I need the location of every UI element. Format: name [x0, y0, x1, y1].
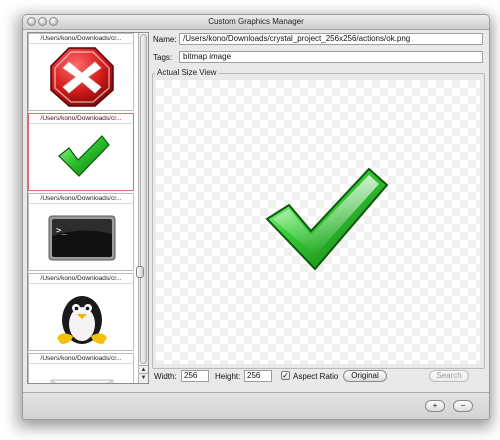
original-button[interactable]: Original — [343, 370, 387, 382]
split-pane-handle[interactable] — [136, 266, 144, 278]
thumbnail-item[interactable]: /Users/kono/Downloads/cr... — [28, 33, 134, 111]
remove-button[interactable]: − — [453, 400, 473, 412]
thumbnail-path: /Users/kono/Downloads/cr... — [29, 354, 133, 364]
tags-label: Tags: — [153, 53, 173, 62]
search-button[interactable]: Search — [429, 370, 469, 382]
aspect-ratio-label: Aspect Ratio — [293, 372, 339, 381]
thumbnail-path: /Users/kono/Downloads/cr... — [29, 274, 133, 284]
tags-field[interactable]: bitmap image — [179, 51, 483, 63]
thumbnail-item-selected[interactable]: /Users/kono/Downloads/cr... — [28, 113, 134, 191]
name-field[interactable]: /Users/kono/Downloads/crystal_project_25… — [179, 33, 483, 45]
thumbnail-path: /Users/kono/Downloads/cr... — [29, 114, 133, 124]
footer-bar: + − — [23, 392, 489, 419]
height-label: Height: — [215, 372, 241, 381]
thumbnail-scrollbar[interactable]: ▲ ▼ — [138, 33, 148, 383]
thumbnail-item[interactable]: /Users/kono/Downloads/cr... >_ — [28, 193, 134, 271]
check-icon — [265, 167, 389, 271]
width-label: Width: — [154, 372, 177, 381]
height-field[interactable]: 256 — [244, 370, 272, 382]
title-bar[interactable]: Custom Graphics Manager — [23, 15, 489, 30]
scroll-down-icon[interactable]: ▼ — [139, 373, 148, 382]
thumbnail-list[interactable]: /Users/kono/Downloads/cr... /Users/kono/… — [27, 32, 149, 384]
penguin-icon — [57, 296, 107, 344]
window-title: Custom Graphics Manager — [208, 17, 304, 26]
check-icon — [58, 135, 110, 177]
cancel-icon — [50, 47, 114, 107]
width-field[interactable]: 256 — [181, 370, 209, 382]
thumbnail-path: /Users/kono/Downloads/cr... — [29, 194, 133, 204]
thumbnail-item[interactable]: /Users/kono/Downloads/cr... — [28, 353, 134, 383]
thumbnail-path: /Users/kono/Downloads/cr... — [29, 34, 133, 44]
svg-text:>_: >_ — [56, 226, 67, 236]
size-controls: Width: 256 Height: 256 ✓ Aspect Ratio Or… — [152, 369, 483, 385]
terminal-icon: >_ — [48, 215, 116, 261]
actual-size-view-legend: Actual Size View — [155, 68, 219, 77]
thumbnail-item[interactable]: /Users/kono/Downloads/cr... — [28, 273, 134, 351]
app-window: Custom Graphics Manager /Users/kono/Down… — [22, 14, 490, 420]
name-label: Name: — [153, 35, 177, 44]
add-button[interactable]: + — [425, 400, 445, 412]
image-preview — [156, 80, 480, 364]
mail-icon — [50, 379, 114, 383]
aspect-ratio-checkbox[interactable]: ✓ — [281, 371, 290, 380]
scrollbar-thumb[interactable] — [140, 34, 147, 364]
